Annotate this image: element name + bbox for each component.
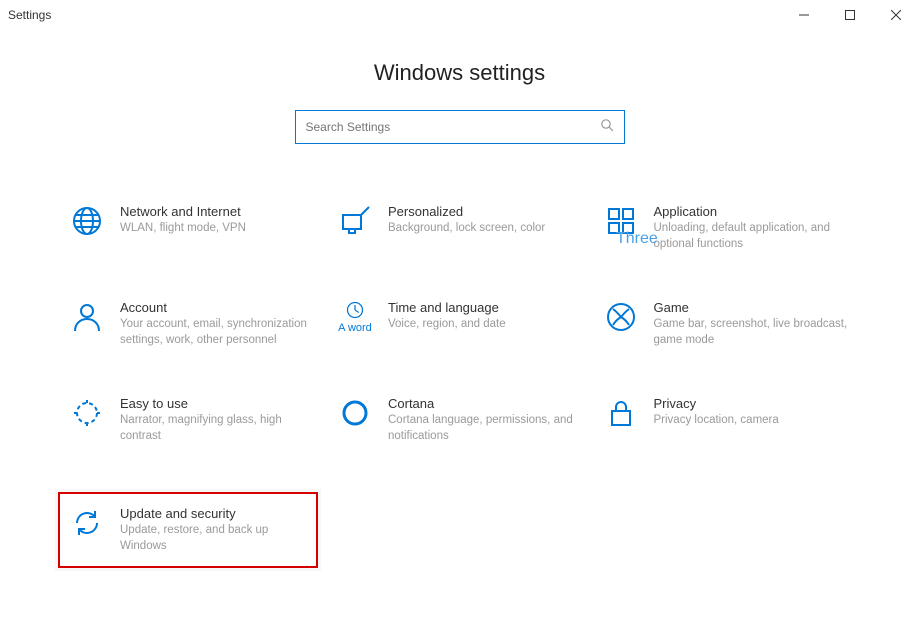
tile-game[interactable]: Game Game bar, screenshot, live broadcas…: [604, 300, 850, 348]
tile-title: Network and Internet: [120, 204, 318, 219]
tile-update-security[interactable]: Update and security Update, restore, and…: [58, 492, 318, 568]
tile-text: Account Your account, email, synchroniza…: [120, 300, 318, 348]
tile-title: Application: [654, 204, 850, 219]
window-title: Settings: [8, 8, 51, 22]
tile-title: Time and language: [388, 300, 584, 315]
maximize-button[interactable]: [827, 0, 873, 30]
maximize-icon: [845, 10, 855, 20]
tile-sub: Your account, email, synchronization set…: [120, 317, 318, 348]
tile-text: Cortana Cortana language, permissions, a…: [388, 396, 584, 444]
tile-title: Update and security: [120, 506, 306, 521]
tile-sub: Narrator, magnifying glass, high contras…: [120, 413, 318, 444]
tile-text: Network and Internet WLAN, flight mode, …: [120, 204, 318, 237]
cortana-icon: [338, 396, 372, 430]
tile-title: Personalized: [388, 204, 584, 219]
tile-text: Privacy Privacy location, camera: [654, 396, 850, 429]
close-button[interactable]: [873, 0, 919, 30]
search-wrap: [0, 110, 919, 144]
tile-sub: Privacy location, camera: [654, 413, 850, 429]
search-icon: [600, 118, 614, 137]
tile-title: Account: [120, 300, 318, 315]
xbox-icon: [604, 300, 638, 334]
globe-icon: [70, 204, 104, 238]
lock-icon: [604, 396, 638, 430]
window-controls: [781, 0, 919, 30]
tile-text: Update and security Update, restore, and…: [120, 506, 306, 554]
tile-sub: Unloading, default application, and opti…: [654, 221, 850, 252]
tile-privacy[interactable]: Privacy Privacy location, camera: [604, 396, 850, 444]
tile-personalization[interactable]: Personalized Background, lock screen, co…: [338, 204, 584, 252]
tile-sub: Voice, region, and date: [388, 317, 584, 333]
tile-account[interactable]: Account Your account, email, synchroniza…: [70, 300, 318, 348]
page-title: Windows settings: [0, 60, 919, 86]
paint-icon: [338, 204, 372, 238]
tile-sub: WLAN, flight mode, VPN: [120, 221, 318, 237]
tile-title: Cortana: [388, 396, 584, 411]
tile-sub: Background, lock screen, color: [388, 221, 584, 237]
person-icon: [70, 300, 104, 334]
clock-language-icon: A word: [338, 300, 372, 334]
tile-title: Easy to use: [120, 396, 318, 411]
tile-title: Game: [654, 300, 850, 315]
tile-text: Application Unloading, default applicati…: [654, 204, 850, 252]
tile-text: Time and language Voice, region, and dat…: [388, 300, 584, 333]
tile-text: Game Game bar, screenshot, live broadcas…: [654, 300, 850, 348]
minimize-button[interactable]: [781, 0, 827, 30]
tile-cortana[interactable]: Cortana Cortana language, permissions, a…: [338, 396, 584, 444]
tile-sub: Update, restore, and back up Windows: [120, 523, 306, 554]
tile-text: Easy to use Narrator, magnifying glass, …: [120, 396, 318, 444]
search-input[interactable]: [306, 120, 592, 134]
ease-icon: [70, 396, 104, 430]
tile-ease-of-access[interactable]: Easy to use Narrator, magnifying glass, …: [70, 396, 318, 444]
minimize-icon: [799, 10, 809, 20]
tile-badge: A word: [338, 322, 372, 334]
close-icon: [891, 10, 901, 20]
settings-grid: Network and Internet WLAN, flight mode, …: [70, 204, 849, 568]
update-icon: [70, 506, 104, 540]
tile-sub: Cortana language, permissions, and notif…: [388, 413, 584, 444]
watermark-three: Three: [616, 230, 658, 248]
tile-time-language[interactable]: A word Time and language Voice, region, …: [338, 300, 584, 348]
titlebar: Settings: [0, 0, 919, 30]
search-box[interactable]: [295, 110, 625, 144]
tile-title: Privacy: [654, 396, 850, 411]
tile-sub: Game bar, screenshot, live broadcast, ga…: [654, 317, 850, 348]
tile-network[interactable]: Network and Internet WLAN, flight mode, …: [70, 204, 318, 252]
tile-text: Personalized Background, lock screen, co…: [388, 204, 584, 237]
